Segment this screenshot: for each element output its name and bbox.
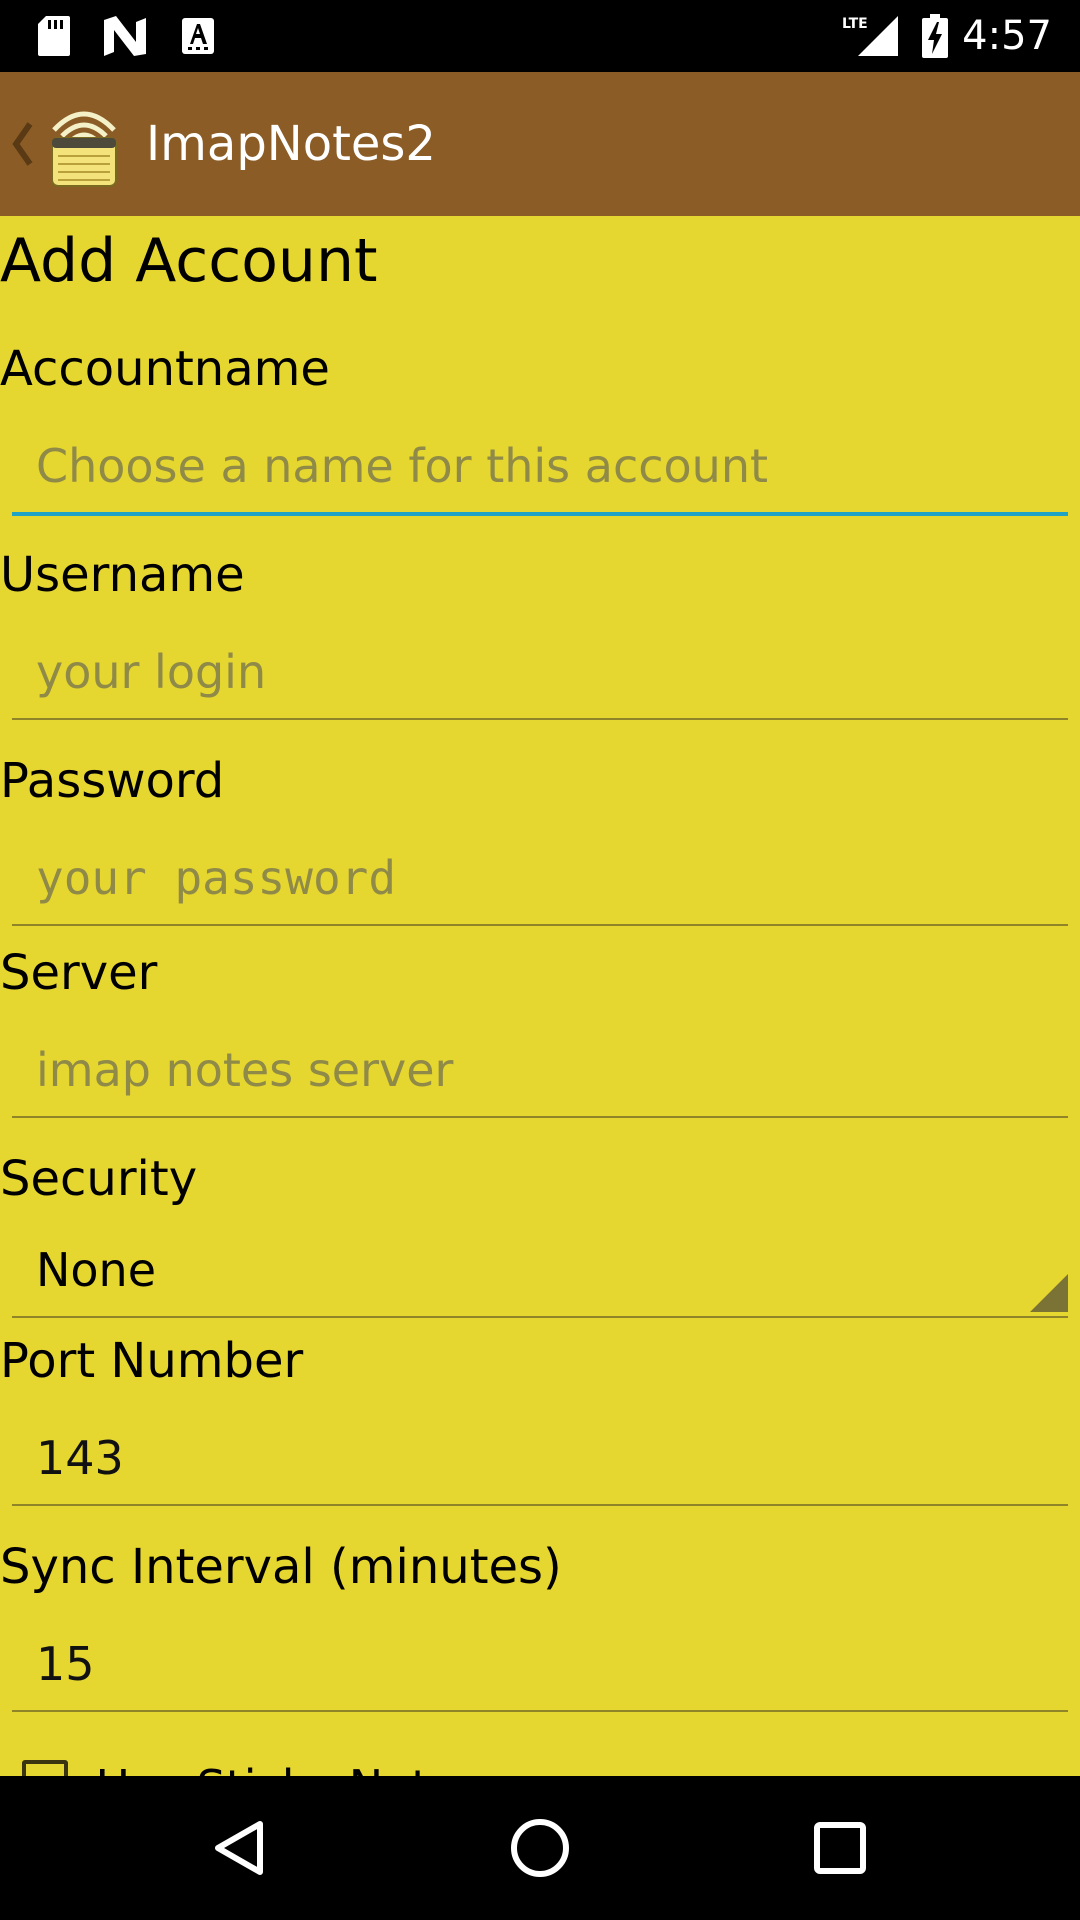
dropdown-triangle-icon	[1030, 1274, 1068, 1312]
sd-card-icon	[38, 16, 70, 56]
up-navigation[interactable]	[0, 72, 130, 216]
app-notepad-icon	[51, 111, 117, 187]
back-triangle-icon	[215, 1821, 263, 1875]
network-type-label: LTE	[842, 16, 868, 32]
home-circle-icon	[511, 1819, 569, 1877]
security-dropdown[interactable]: None	[12, 1224, 1068, 1318]
server-input[interactable]	[12, 1024, 1068, 1118]
security-selected-value: None	[36, 1243, 157, 1297]
battery-charging-icon	[922, 14, 948, 58]
status-time: 4:57	[962, 13, 1052, 59]
app-title: ImapNotes2	[146, 116, 436, 172]
keyboard-a-icon	[182, 18, 214, 54]
status-bar: LTE 4:57	[0, 0, 1080, 72]
nav-back-button[interactable]	[190, 1798, 290, 1898]
server-label: Server	[0, 945, 158, 1001]
lte-signal-icon: LTE	[842, 16, 898, 56]
accountname-input[interactable]	[12, 420, 1068, 516]
username-input[interactable]	[12, 626, 1068, 720]
username-label: Username	[0, 547, 245, 603]
password-input[interactable]	[12, 832, 1068, 926]
navigation-bar	[0, 1776, 1080, 1920]
port-number-label: Port Number	[0, 1333, 304, 1389]
recents-square-icon	[814, 1822, 866, 1874]
port-number-input[interactable]	[12, 1412, 1068, 1506]
security-label: Security	[0, 1151, 198, 1207]
sync-interval-input[interactable]	[12, 1618, 1068, 1712]
password-label: Password	[0, 753, 225, 809]
page-title: Add Account	[0, 226, 378, 296]
nav-recents-button[interactable]	[790, 1798, 890, 1898]
nav-home-button[interactable]	[490, 1798, 590, 1898]
sticky-notes-checkbox[interactable]	[22, 1760, 68, 1776]
accountname-label: Accountname	[0, 341, 330, 397]
sync-interval-label: Sync Interval (minutes)	[0, 1539, 562, 1595]
add-account-form: Add Account Accountname Username Passwor…	[0, 216, 1080, 1776]
n-notification-icon	[104, 16, 146, 56]
back-chevron-icon	[12, 122, 33, 166]
action-bar: ImapNotes2	[0, 72, 1080, 216]
sticky-notes-label: Use Sticky Notes	[96, 1760, 482, 1776]
